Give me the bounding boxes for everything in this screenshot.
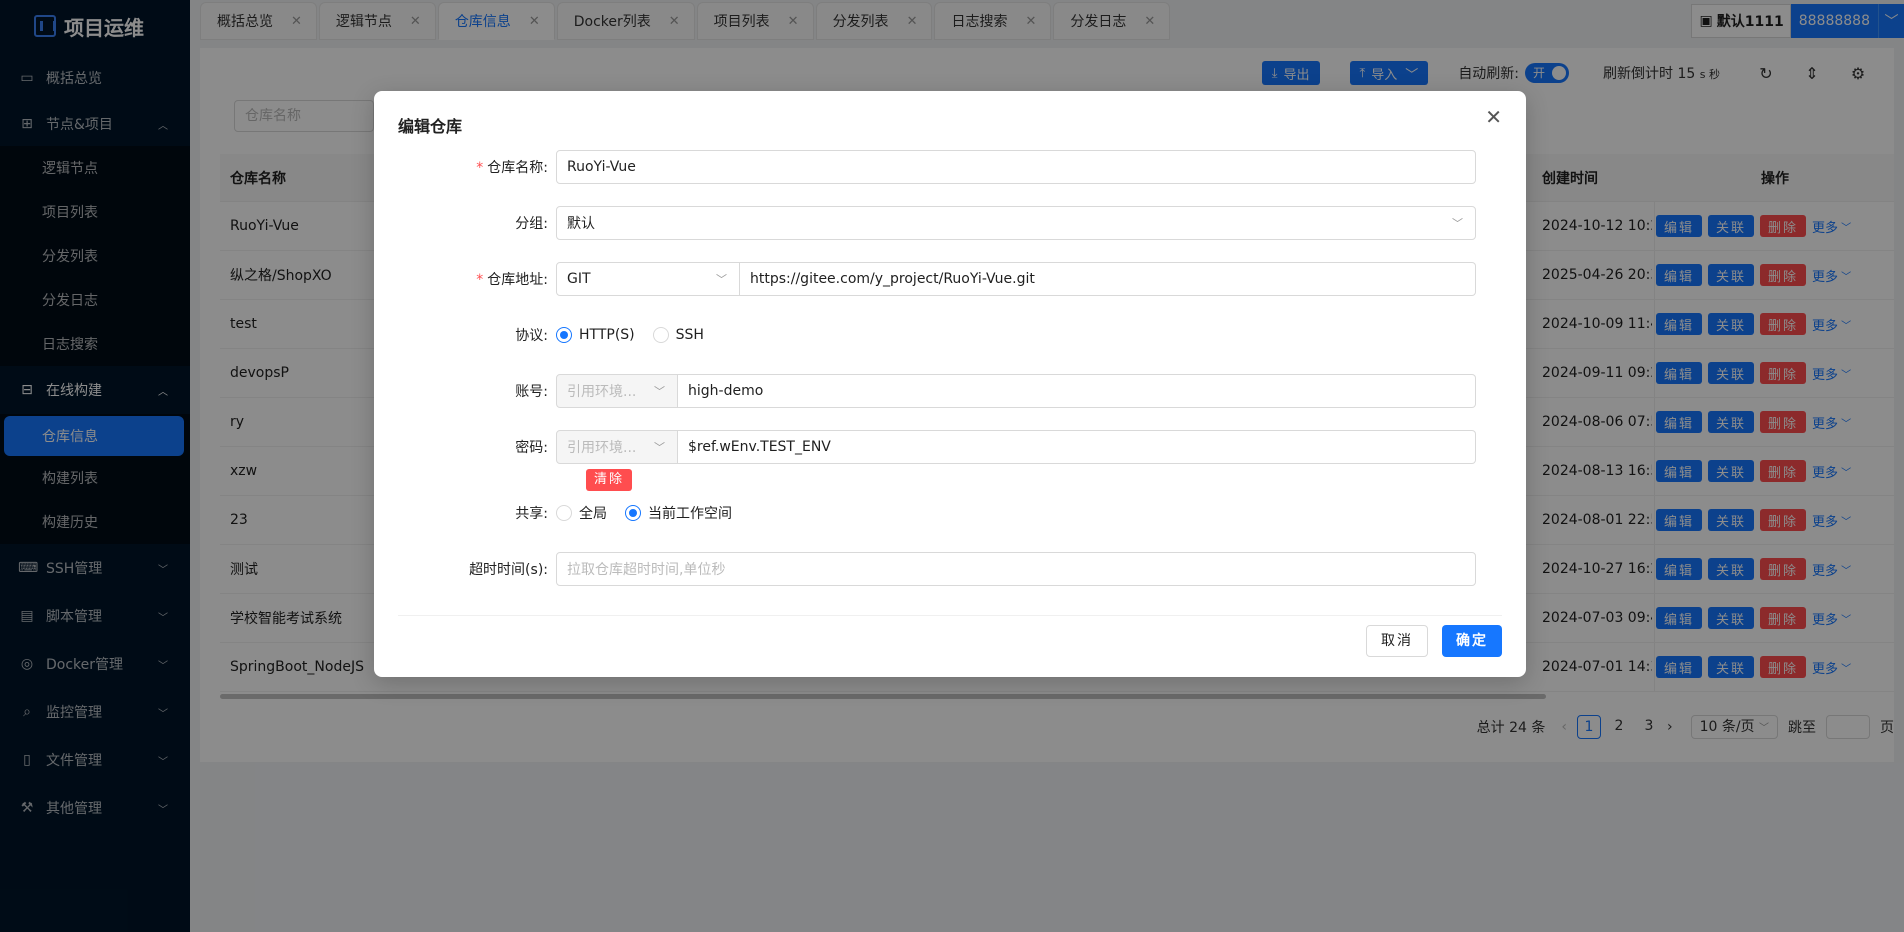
radio-global[interactable]: 全局 [556,503,607,523]
clear-button[interactable]: 清除 [586,469,633,491]
radio-dot [556,327,572,343]
modal-title: 编辑仓库 [398,117,463,136]
label-text: 仓库名称: [487,160,548,176]
timeout-label: 超时时间(s): [469,562,548,578]
label-text: 仓库地址: [487,272,548,288]
radio-label: 当前工作空间 [648,506,732,522]
account-env-select[interactable]: 引用环境... ﹀ [556,374,678,408]
confirm-button[interactable]: 确定 [1442,625,1502,657]
radio-label: HTTP(S) [579,327,635,343]
account-field: 引用环境... ﹀ high-demo [556,374,1476,408]
address-label: * 仓库地址: [398,269,556,289]
radio-dot [652,327,669,343]
env-placeholder: 引用环境... [567,440,637,456]
protocol-label: 协议: [515,328,548,344]
chevron-down-icon: ﹀ [716,273,727,286]
account-input[interactable]: high-demo [678,374,1476,408]
repo-type-value: GIT [567,271,591,287]
form-row-timeout: 超时时间(s): 拉取仓库超时时间,单位秒 [398,552,1502,586]
group-select[interactable]: 默认 ﹀ [556,206,1476,240]
form-row-protocol: 协议: HTTP(S) SSH [398,318,1502,352]
account-label: 账号: [515,384,548,400]
group-label: 分组: [515,216,548,232]
password-label: 密码: [515,440,548,456]
repo-url-input[interactable]: https://gitee.com/y_project/RuoYi-Vue.gi… [740,262,1476,296]
timeout-placeholder: 拉取仓库超时时间,单位秒 [567,562,726,578]
group-value: 默认 [567,216,595,232]
repo-name-input[interactable]: RuoYi-Vue [556,150,1476,184]
cancel-button[interactable]: 取消 [1366,625,1428,657]
radio-dot [556,505,572,521]
name-label: * 仓库名称: [398,157,556,177]
password-env-select[interactable]: 引用环境... ﹀ [556,430,678,464]
form-row-name: * 仓库名称: RuoYi-Vue [398,150,1502,184]
close-icon[interactable]: ✕ [1485,105,1502,129]
password-field: 引用环境... ﹀ $ref.wEnv.TEST_ENV [556,430,1476,464]
radio-dot [625,505,641,521]
chevron-down-icon: ﹀ [654,385,665,398]
chevron-down-icon: ﹀ [1452,217,1463,230]
required-mark: * [476,160,484,176]
radio-label: 全局 [579,506,607,522]
protocol-radio-group: HTTP(S) SSH [556,327,722,343]
chevron-down-icon: ﹀ [654,441,665,454]
form-row-password: 密码: 引用环境... ﹀ $ref.wEnv.TEST_ENV [398,430,1502,464]
repo-type-select[interactable]: GIT ﹀ [556,262,740,296]
radio-current-workspace[interactable]: 当前工作空间 [625,503,732,523]
form-row-account: 账号: 引用环境... ﹀ high-demo [398,374,1502,408]
form-row-address: * 仓库地址: GIT ﹀ https://gitee.com/y_project/… [398,262,1502,296]
password-input[interactable]: $ref.wEnv.TEST_ENV [678,430,1476,464]
edit-repo-modal: 编辑仓库 ✕ * 仓库名称: RuoYi-Vue 分组: 默认 ﹀ * 仓库地址: G… [374,91,1526,677]
modal-footer-divider [398,615,1502,616]
radio-label: SSH [675,327,704,343]
share-label: 共享: [515,506,548,522]
required-mark: * [476,272,484,288]
share-radio-group: 全局 当前工作空间 [556,503,750,523]
address-field: GIT ﹀ https://gitee.com/y_project/RuoYi-V… [556,262,1476,296]
form-row-group: 分组: 默认 ﹀ [398,206,1502,240]
env-placeholder: 引用环境... [567,384,637,400]
timeout-input[interactable]: 拉取仓库超时时间,单位秒 [556,552,1476,586]
form-row-share: 共享: 全局 当前工作空间 [398,496,1502,530]
radio-https[interactable]: HTTP(S) [556,327,635,343]
radio-ssh[interactable]: SSH [652,327,704,343]
